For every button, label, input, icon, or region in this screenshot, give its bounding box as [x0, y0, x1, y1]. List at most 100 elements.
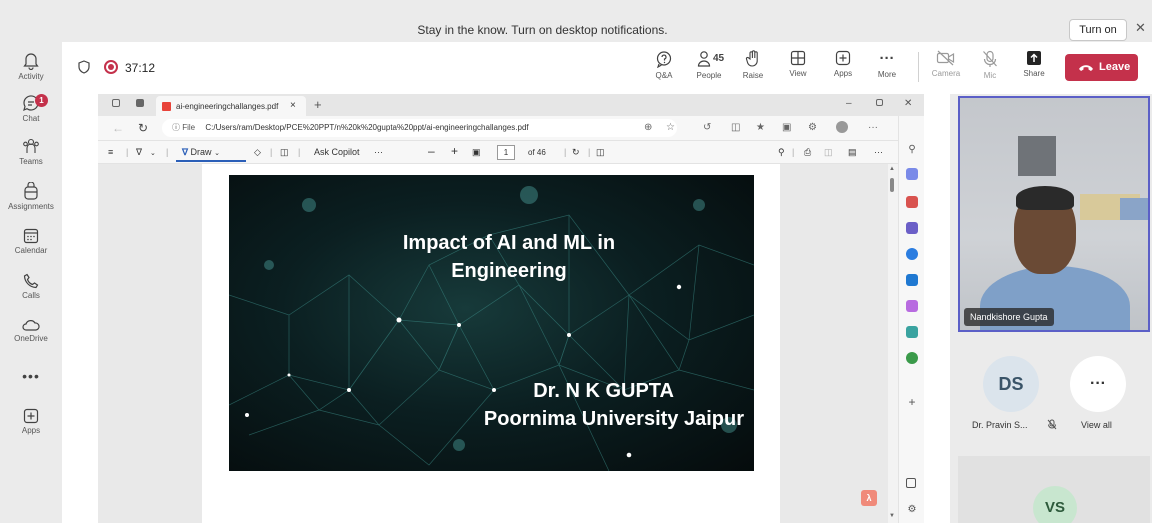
participants-panel: Nandkishore Gupta DS ··· Dr. Pravin S...…	[950, 94, 1152, 523]
apps-label: Apps	[833, 69, 853, 78]
leave-button[interactable]: Leave	[1065, 54, 1138, 81]
outlook-icon[interactable]	[906, 274, 918, 286]
text-box-icon[interactable]: ◫	[280, 147, 289, 158]
collections-icon[interactable]: ▣	[782, 122, 791, 133]
rail-more-icon[interactable]: •••	[0, 368, 62, 384]
people-button[interactable]: 45 People	[687, 50, 731, 80]
people-count: 45	[713, 53, 725, 64]
slide-image: Impact of AI and ML in Engineering Dr. N…	[229, 175, 754, 471]
page-total: of 46	[528, 148, 546, 157]
meeting-timer: 37:12	[125, 61, 156, 75]
zoom-in-icon[interactable]: +	[451, 144, 458, 158]
profile-avatar[interactable]	[836, 121, 848, 133]
more-actions-button[interactable]: ··· More	[865, 50, 909, 79]
scroll-down-icon[interactable]: ▼	[889, 513, 895, 519]
office-icon[interactable]	[906, 248, 918, 260]
camera-button[interactable]: Camera	[924, 50, 968, 78]
pdf-toolbar: ≡ | ∇ ⌄ | ∇ Draw ⌄ ◇ | ◫ | Ask Copilot ·…	[98, 140, 924, 164]
browser-menu-icon[interactable]: ···	[868, 122, 878, 133]
pdf-document-area[interactable]: Impact of AI and ML in Engineering Dr. N…	[98, 164, 888, 523]
people-extension-icon[interactable]	[906, 222, 918, 234]
more-tools-icon[interactable]: ···	[374, 147, 383, 157]
view-label: View	[789, 69, 807, 78]
sidebar-settings-icon[interactable]: ⚙	[906, 504, 918, 516]
rail-item-onedrive[interactable]: OneDrive	[0, 318, 62, 343]
page-number-input[interactable]: 1	[497, 145, 515, 160]
scrollbar-thumb[interactable]	[890, 178, 894, 192]
apps-button[interactable]: Apps	[821, 50, 865, 78]
mic-button[interactable]: Mic	[968, 50, 1012, 80]
presenter-video-tile[interactable]: Nandkishore Gupta	[958, 96, 1150, 332]
participant-avatar-ds[interactable]: DS	[983, 356, 1039, 412]
save-icon[interactable]: ◫	[824, 147, 833, 158]
back-icon[interactable]: ←	[112, 121, 124, 135]
draw-tool-button[interactable]: ∇ Draw ⌄	[176, 144, 246, 162]
close-banner-icon[interactable]: ✕	[1135, 20, 1146, 36]
toolbar-divider: |	[166, 147, 169, 157]
close-tab-icon[interactable]: ×	[290, 100, 296, 111]
favorites-icon[interactable]: ★	[756, 122, 765, 133]
page-view-icon[interactable]: ◫	[596, 147, 605, 158]
tab-actions-icon[interactable]	[136, 99, 144, 107]
meeting-toolbar: 37:12 Q&A 45 People Raise View Apps ··· …	[62, 42, 1152, 94]
zoom-out-icon[interactable]: –	[428, 144, 435, 158]
raise-hand-button[interactable]: Raise	[731, 50, 775, 80]
print-icon[interactable]: ⎙	[804, 147, 811, 158]
favorite-star-icon[interactable]: ☆	[666, 122, 675, 133]
tree-icon[interactable]	[906, 352, 918, 364]
view-all-label[interactable]: View all	[1081, 420, 1112, 430]
rotate-icon[interactable]: ↻	[572, 147, 580, 158]
slide-author: Dr. N K GUPTA	[533, 380, 674, 402]
acrobat-icon[interactable]: λ	[861, 490, 877, 506]
games-icon[interactable]	[906, 326, 918, 338]
view-button[interactable]: View	[776, 50, 820, 78]
rail-item-calls[interactable]: Calls	[0, 273, 62, 300]
rail-item-teams[interactable]: Teams	[0, 137, 62, 166]
chevron-down-icon[interactable]: ⌄	[150, 149, 156, 157]
qa-button[interactable]: Q&A	[642, 50, 686, 80]
browser-tab-pdf[interactable]: ai-engineeringchallanges.pdf ×	[156, 96, 306, 116]
close-window-icon[interactable]: ✕	[904, 98, 912, 109]
new-tab-icon[interactable]: +	[314, 97, 322, 112]
notification-banner: Stay in the know. Turn on desktop notifi…	[0, 0, 1152, 42]
turn-on-notifications-button[interactable]: Turn on	[1069, 19, 1127, 41]
rail-item-activity[interactable]: Activity	[0, 52, 62, 81]
rail-item-calendar[interactable]: Calendar	[0, 228, 62, 255]
split-screen-icon[interactable]: ◫	[731, 122, 740, 133]
participant-avatar-vs[interactable]: VS	[1033, 486, 1077, 523]
find-icon[interactable]: ⚲	[778, 147, 785, 158]
rail-item-assignments[interactable]: Assignments	[0, 182, 62, 211]
extensions-icon[interactable]: ⚙	[808, 122, 817, 133]
fit-page-icon[interactable]: ▣	[472, 147, 481, 158]
toolbox-icon[interactable]	[906, 196, 918, 208]
pdf-more-icon[interactable]: ···	[874, 147, 883, 157]
toolbar-divider	[918, 52, 919, 82]
restore-icon[interactable]	[876, 99, 883, 106]
shield-icon[interactable]	[78, 60, 90, 74]
qa-label: Q&A	[655, 71, 673, 80]
minimize-icon[interactable]: –	[846, 98, 852, 109]
search-icon[interactable]: ⚲	[906, 144, 918, 156]
share-label: Share	[1023, 69, 1045, 78]
tag-icon[interactable]	[906, 168, 918, 180]
add-sidebar-app-icon[interactable]: +	[906, 396, 918, 408]
address-bar[interactable]: ⓘ File C:/Users/ram/Desktop/PCE%20PPT/n%…	[162, 119, 677, 137]
workspaces-icon[interactable]	[112, 99, 120, 107]
eraser-icon[interactable]: ◇	[254, 147, 261, 158]
rail-item-chat[interactable]: 1 Chat	[0, 94, 62, 123]
contents-icon[interactable]: ≡	[108, 147, 113, 157]
pdf-scrollbar[interactable]: ▲ ▼	[888, 164, 896, 523]
refresh-icon[interactable]: ↻	[138, 121, 148, 135]
scroll-up-icon[interactable]: ▲	[889, 166, 895, 172]
designer-icon[interactable]	[906, 300, 918, 312]
view-all-button[interactable]: ···	[1070, 356, 1126, 412]
save-as-icon[interactable]: ▤	[848, 147, 857, 158]
rail-item-apps[interactable]: Apps	[0, 408, 62, 435]
zoom-icon[interactable]: ⊕	[644, 122, 652, 133]
copilot-icon[interactable]: ↺	[703, 122, 711, 133]
share-button[interactable]: Share	[1012, 50, 1056, 78]
hide-sidebar-icon[interactable]	[906, 478, 916, 488]
ask-copilot-button[interactable]: Ask Copilot	[314, 147, 360, 157]
rail-label: OneDrive	[14, 334, 48, 343]
highlight-icon[interactable]: ∇	[136, 147, 142, 158]
